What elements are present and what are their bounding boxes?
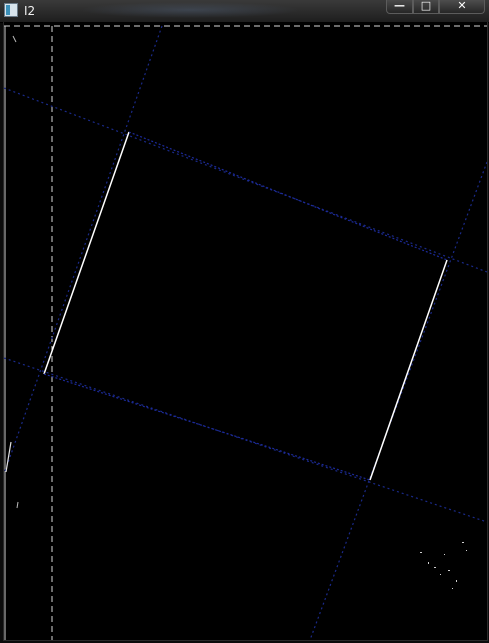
title-bar-glare xyxy=(80,2,300,18)
rectangle-edge-left xyxy=(43,131,130,375)
maximize-button[interactable]: □ xyxy=(413,0,439,14)
fragment-top-left xyxy=(12,35,17,43)
minimize-button[interactable]: — xyxy=(386,0,413,14)
window-app-icon[interactable] xyxy=(4,3,18,17)
window-title: I2 xyxy=(24,4,36,18)
maximize-icon: □ xyxy=(420,0,432,12)
faint-line-top xyxy=(4,87,487,273)
fragment-left-2 xyxy=(16,501,19,509)
noise-cluster xyxy=(420,542,467,589)
rectangle-edge-bottom xyxy=(43,373,371,481)
rectangle-edge-right xyxy=(369,259,448,481)
title-bar[interactable]: I2 — □ ✕ xyxy=(0,0,489,23)
close-button[interactable]: ✕ xyxy=(439,0,485,14)
faint-line-right xyxy=(309,161,487,640)
close-icon: ✕ xyxy=(457,0,467,12)
image-content xyxy=(4,25,487,640)
faint-line-left xyxy=(4,25,163,475)
rectangle-edge-top xyxy=(128,131,448,261)
minimize-icon: — xyxy=(394,0,405,12)
image-canvas[interactable] xyxy=(3,22,488,641)
image-window: I2 — □ ✕ xyxy=(0,0,489,643)
